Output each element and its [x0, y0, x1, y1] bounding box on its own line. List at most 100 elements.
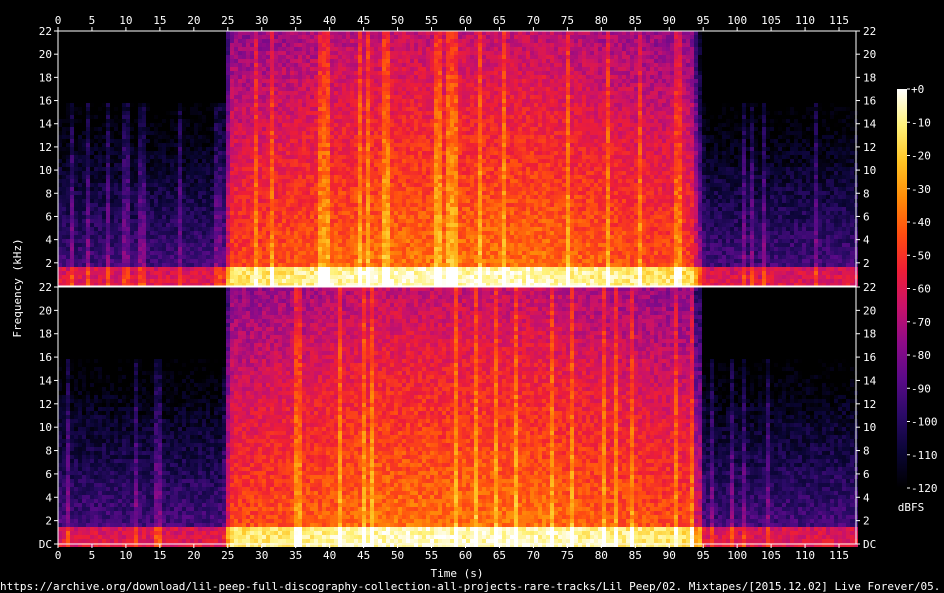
- spectrogram-cell: [166, 55, 170, 59]
- spectrogram-cell: [186, 179, 190, 183]
- spectrogram-cell: [130, 67, 134, 71]
- spectrogram-cell: [170, 131, 174, 135]
- spectrogram-cell: [178, 107, 182, 111]
- spectrogram-cell: [158, 231, 162, 235]
- spectrogram-cell: [98, 199, 102, 203]
- spectrogram-cell: [154, 39, 158, 43]
- spectrogram-cell: [162, 163, 166, 167]
- spectrogram-cell: [174, 127, 178, 131]
- spectrogram-cell: [126, 235, 130, 239]
- spectrogram-cell: [174, 139, 178, 143]
- spectrogram-cell: [138, 267, 142, 271]
- spectrogram-cell: [62, 87, 66, 91]
- spectrogram-cell: [130, 275, 134, 279]
- spectrogram-cell: [142, 91, 146, 95]
- spectrogram-cell: [146, 43, 150, 47]
- spectrogram-cell: [158, 43, 162, 47]
- spectrogram-cell: [126, 43, 130, 47]
- spectrogram-cell: [82, 247, 86, 251]
- spectrogram-cell: [106, 175, 110, 179]
- spectrogram-cell: [66, 147, 70, 151]
- spectrogram-cell: [118, 243, 122, 247]
- spectrogram-cell: [74, 139, 78, 143]
- spectrogram-cell: [174, 91, 178, 95]
- spectrogram-cell: [154, 71, 158, 75]
- spectrogram-cell: [110, 91, 114, 95]
- spectrogram-cell: [186, 127, 190, 131]
- spectrogram-cell: [66, 255, 70, 259]
- spectrogram-cell: [110, 127, 114, 131]
- spectrogram-cell: [142, 139, 146, 143]
- spectrogram-cell: [98, 139, 102, 143]
- spectrogram-cell: [74, 279, 78, 283]
- spectrogram-cell: [58, 71, 62, 75]
- spectrogram-cell: [170, 99, 174, 103]
- spectrogram-cell: [66, 183, 70, 187]
- spectrogram-cell: [114, 219, 118, 223]
- spectrogram-cell: [170, 155, 174, 159]
- spectrogram-cell: [122, 191, 126, 195]
- spectrogram-cell: [166, 227, 170, 231]
- spectrogram-cell: [74, 211, 78, 215]
- spectrogram-cell: [186, 215, 190, 219]
- spectrogram-cell: [94, 75, 98, 79]
- spectrogram-cell: [106, 183, 110, 187]
- spectrogram-cell: [134, 163, 138, 167]
- spectrogram-cell: [154, 31, 158, 35]
- spectrogram-cell: [142, 195, 146, 199]
- spectrogram-cell: [102, 199, 106, 203]
- spectrogram-cell: [78, 127, 82, 131]
- spectrogram-cell: [154, 199, 158, 203]
- spectrogram-cell: [174, 147, 178, 151]
- spectrogram-cell: [110, 79, 114, 83]
- spectrogram-cell: [146, 75, 150, 79]
- spectrogram-cell: [142, 51, 146, 55]
- spectrogram-cell: [90, 75, 94, 79]
- spectrogram-cell: [130, 271, 134, 275]
- spectrogram-cell: [102, 231, 106, 235]
- spectrogram-cell: [146, 267, 150, 271]
- spectrogram-cell: [106, 275, 110, 279]
- spectrogram-cell: [186, 75, 190, 79]
- spectrogram-cell: [86, 123, 90, 127]
- spectrogram-cell: [118, 155, 122, 159]
- spectrogram-cell: [62, 247, 66, 251]
- spectrogram-cell: [90, 195, 94, 199]
- spectrogram-cell: [94, 103, 98, 107]
- spectrogram-cell: [86, 179, 90, 183]
- spectrogram-cell: [70, 203, 74, 207]
- spectrogram-cell: [86, 255, 90, 259]
- spectrogram-cell: [106, 163, 110, 167]
- spectrogram-cell: [150, 119, 154, 123]
- spectrogram-cell: [106, 231, 110, 235]
- spectrogram-cell: [174, 135, 178, 139]
- spectrogram-cell: [62, 211, 66, 215]
- spectrogram-cell: [146, 139, 150, 143]
- spectrogram-cell: [150, 139, 154, 143]
- spectrogram-cell: [166, 139, 170, 143]
- spectrogram-cell: [110, 223, 114, 227]
- spectrogram-cell: [166, 103, 170, 107]
- spectrogram-cell: [186, 167, 190, 171]
- spectrogram-cell: [186, 31, 190, 35]
- spectrogram-cell: [134, 99, 138, 103]
- spectrogram-cell: [138, 147, 142, 151]
- spectrogram-cell: [162, 179, 166, 183]
- spectrogram-cell: [62, 259, 66, 263]
- spectrogram-cell: [70, 35, 74, 39]
- spectrogram-cell: [130, 235, 134, 239]
- spectrogram-cell: [174, 167, 178, 171]
- spectrogram-cell: [158, 207, 162, 211]
- spectrogram-cell: [90, 83, 94, 87]
- spectrogram-cell: [58, 235, 62, 239]
- spectrogram-cell: [182, 135, 186, 139]
- spectrogram-cell: [74, 231, 78, 235]
- spectrogram-cell: [118, 215, 122, 219]
- spectrogram-cell: [142, 259, 146, 263]
- spectrogram-cell: [174, 47, 178, 51]
- spectrogram-cell: [90, 123, 94, 127]
- spectrogram-cell: [118, 179, 122, 183]
- spectrogram-cell: [78, 267, 82, 271]
- spectrogram-cell: [122, 91, 126, 95]
- spectrogram-cell: [110, 151, 114, 155]
